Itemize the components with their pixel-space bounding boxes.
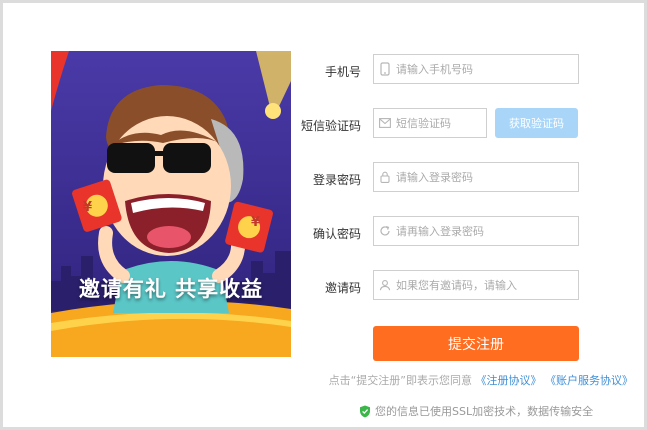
promo-illustration: ¥ ¥ [51, 51, 291, 357]
invite-input[interactable] [396, 278, 578, 292]
password-input[interactable] [396, 170, 578, 184]
phone-icon [374, 62, 396, 76]
phone-label: 手机号 [324, 65, 361, 79]
sms-input[interactable] [396, 116, 486, 130]
coin-right: ¥ [251, 215, 260, 230]
agreement-prefix: 点击“提交注册”即表示您同意 [328, 374, 472, 387]
promo-slogan: 邀请有礼 共享收益 [78, 277, 264, 301]
agreement-line: 点击“提交注册”即表示您同意 《注册协议》 《账户服务协议》 [303, 372, 633, 388]
security-text: 您的信息已使用SSL加密技术，数据传输安全 [375, 405, 594, 418]
confirm-label: 确认密码 [312, 227, 361, 241]
confirm-input[interactable] [396, 224, 578, 238]
submit-button[interactable]: 提交注册 [373, 326, 579, 361]
password-label: 登录密码 [312, 173, 361, 187]
sms-field[interactable] [373, 108, 487, 138]
lock-icon [374, 171, 396, 183]
envelope-icon [374, 118, 396, 128]
sms-label: 短信验证码 [300, 119, 361, 133]
account-service-agreement-link[interactable]: 《账户服务协议》 [545, 374, 633, 387]
invite-field[interactable] [373, 270, 579, 300]
confirm-field[interactable] [373, 216, 579, 246]
phone-field[interactable] [373, 54, 579, 84]
password-field[interactable] [373, 162, 579, 192]
promo-banner: ¥ ¥ 邀请有礼 共享收益 [51, 51, 291, 357]
invite-label: 邀请码 [324, 281, 361, 295]
register-agreement-link[interactable]: 《注册协议》 [476, 374, 542, 387]
coin-left: ¥ [83, 200, 92, 215]
page-frame: ¥ ¥ 邀请有礼 共享收益 手机号 短信验证码 获取验证码 登录密码 确认密码 [0, 0, 647, 430]
security-note: 您的信息已使用SSL加密技术，数据传输安全 [359, 403, 593, 419]
shield-icon [359, 405, 371, 418]
get-code-button[interactable]: 获取验证码 [495, 108, 578, 138]
phone-input[interactable] [396, 62, 578, 76]
refresh-icon [374, 225, 396, 237]
user-icon [374, 279, 396, 291]
